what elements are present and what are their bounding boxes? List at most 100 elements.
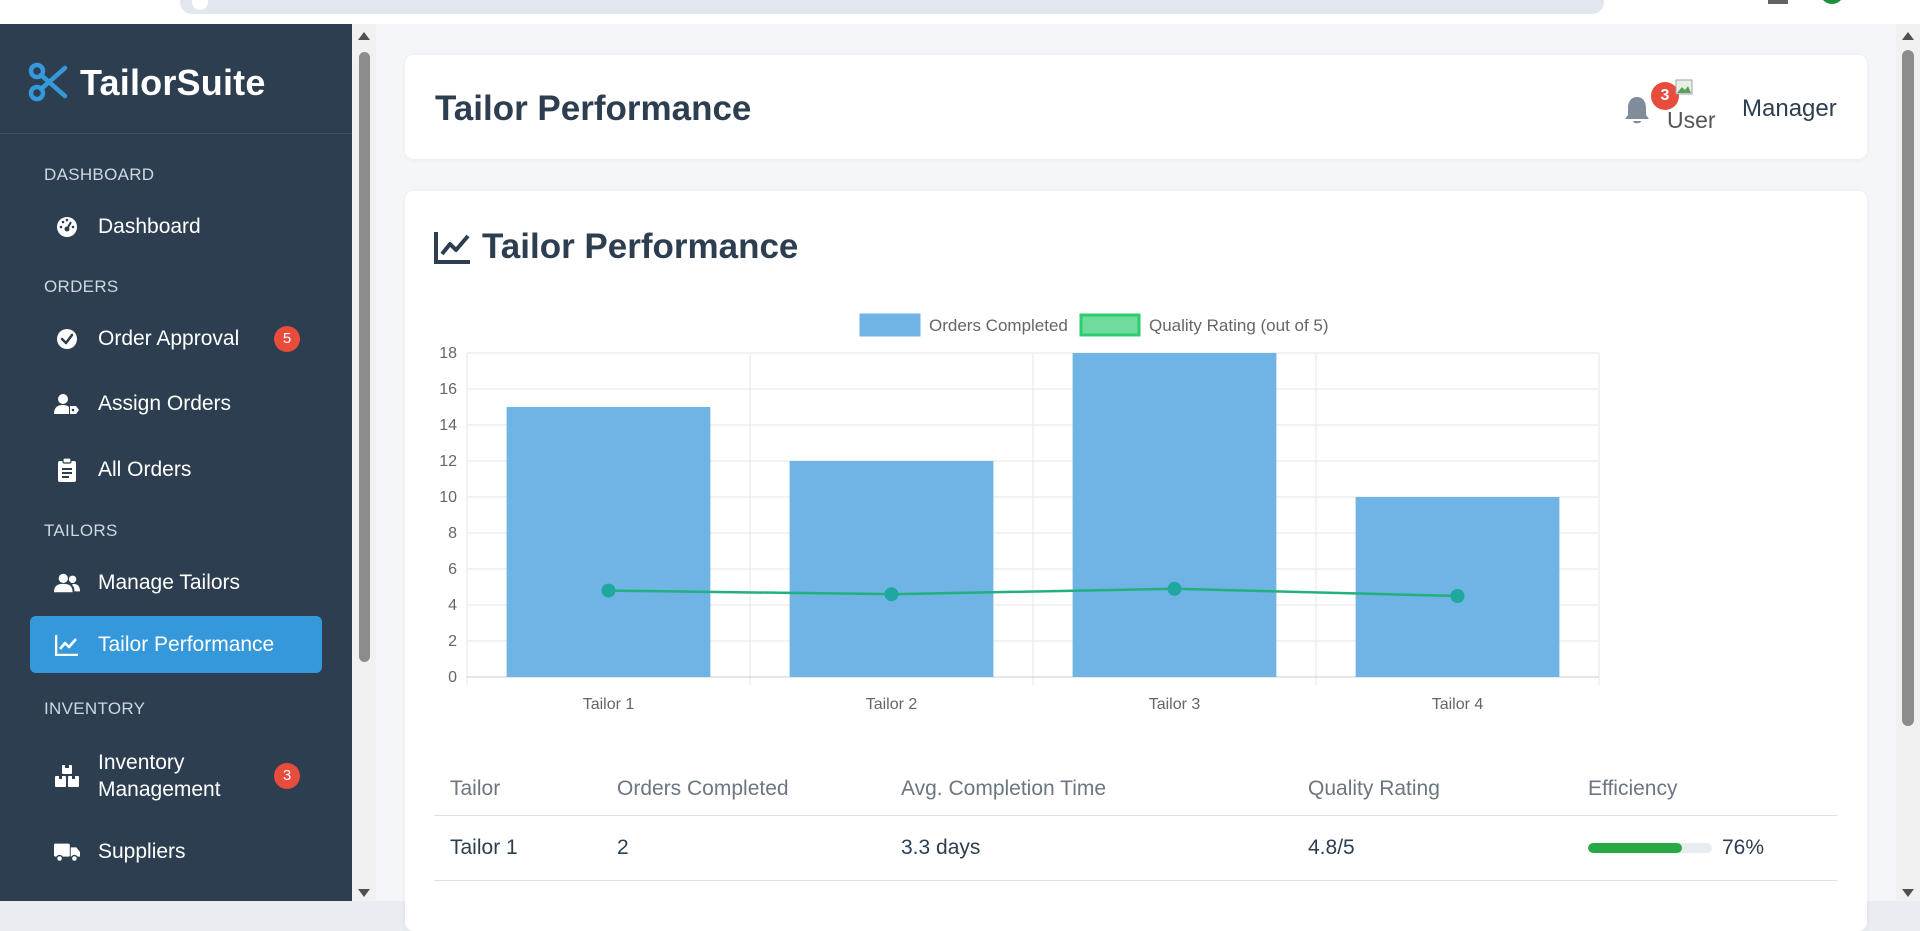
quality-point (1450, 589, 1465, 603)
y-tick-label: 4 (448, 597, 457, 614)
chart-legend: Orders Completed Quality Rating (out of 5… (859, 313, 1329, 337)
clipboard-list-icon (54, 457, 80, 483)
legend-swatch (859, 313, 921, 337)
sidebar-item-assign-orders[interactable]: Assign Orders (30, 375, 322, 432)
x-tick-label: Tailor 3 (1149, 696, 1201, 713)
performance-chart: Orders Completed Quality Rating (out of 5… (439, 313, 1600, 713)
page-title: Tailor Performance (435, 89, 752, 128)
sidebar: TailorSuite DASHBOARD Dashboard ORDERS O… (0, 24, 352, 901)
table-header-row: Tailor Orders Completed Avg. Completion … (434, 765, 1837, 816)
browser-toolbar (0, 0, 1920, 24)
user-tag-icon (54, 391, 80, 417)
x-tick-label: Tailor 1 (583, 696, 635, 713)
y-tick-label: 2 (448, 633, 457, 650)
quality-point (601, 583, 616, 598)
x-tick-label: Tailor 2 (866, 696, 918, 713)
column-header: Efficiency (1572, 765, 1837, 816)
order-approval-badge: 5 (274, 325, 300, 352)
sidebar-item-dashboard[interactable]: Dashboard (30, 198, 322, 255)
y-tick-label: 16 (439, 381, 457, 398)
nav-section-dashboard: DASHBOARD (44, 165, 155, 184)
broken-image-icon (1675, 79, 1693, 95)
chart-x-labels: Tailor 1 Tailor 2 Tailor 3 Tailor 4 (583, 696, 1484, 713)
efficiency-bar (1588, 843, 1712, 853)
sidebar-item-tailor-performance[interactable]: Tailor Performance (30, 616, 322, 673)
scroll-down-arrow-icon[interactable] (1902, 889, 1914, 897)
y-tick-label: 12 (439, 453, 457, 470)
scroll-up-arrow-icon[interactable] (1902, 32, 1914, 40)
bar (1072, 353, 1277, 677)
performance-card: Tailor Performance Orders Completed Quali… (405, 191, 1867, 931)
brand-name: TailorSuite (80, 62, 266, 103)
scroll-down-arrow-icon[interactable] (358, 889, 370, 897)
sidebar-item-suppliers[interactable]: Suppliers (30, 823, 322, 880)
sidebar-item-manage-tailors[interactable]: Manage Tailors (30, 554, 322, 611)
y-tick-label: 0 (448, 669, 457, 686)
column-header: Quality Rating (1292, 765, 1572, 816)
page-header: Tailor Performance 3 User Manager (405, 55, 1867, 159)
sidebar-item-inventory-management[interactable]: Inventory Management 3 (30, 742, 322, 810)
scroll-up-arrow-icon[interactable] (358, 32, 370, 40)
menu-icon[interactable] (1768, 0, 1788, 4)
legend-swatch (1079, 313, 1141, 337)
site-info-icon[interactable] (192, 0, 208, 10)
inventory-badge: 3 (274, 763, 300, 789)
gauge-icon (54, 214, 80, 240)
users-icon (54, 570, 80, 596)
truck-icon (54, 839, 80, 865)
avatar-alt-text: User (1667, 107, 1716, 131)
efficiency-bar-fill (1588, 843, 1683, 853)
chart-line-icon (54, 632, 80, 658)
scissors-icon (28, 62, 68, 102)
page-scrollbar-thumb[interactable] (1902, 50, 1914, 726)
sidebar-item-label: Suppliers (98, 840, 186, 863)
main-content: Tailor Performance 3 User Manager Tailor… (376, 24, 1896, 931)
sidebar-item-label: Assign Orders (98, 392, 232, 415)
sidebar-item-order-approval[interactable]: Order Approval 5 (30, 310, 322, 367)
quality-point (884, 587, 899, 602)
column-header: Avg. Completion Time (885, 765, 1292, 816)
sidebar-item-all-orders[interactable]: All Orders (30, 441, 322, 498)
card-title: Tailor Performance (434, 227, 798, 267)
bar (789, 461, 994, 677)
cell-orders: 2 (601, 815, 885, 881)
nav-section-inventory: INVENTORY (44, 699, 146, 718)
bar (1355, 497, 1560, 677)
card-title-text: Tailor Performance (482, 227, 799, 266)
chart-line-icon (434, 232, 470, 264)
profile-icon[interactable] (1820, 0, 1844, 4)
table-row: Tailor 1 2 3.3 days 4.8/5 76% (434, 815, 1837, 881)
sidebar-item-label: All Orders (98, 458, 192, 481)
sidebar-item-label: Tailor Performance (98, 633, 275, 656)
sidebar-scrollbar[interactable] (352, 24, 376, 901)
address-bar[interactable] (180, 0, 1604, 14)
column-header: Orders Completed (601, 765, 885, 816)
avatar[interactable]: User (1667, 79, 1719, 131)
sidebar-scrollbar-thumb[interactable] (359, 52, 370, 662)
x-tick-label: Tailor 4 (1432, 696, 1484, 713)
cell-tailor: Tailor 1 (434, 815, 601, 881)
sidebar-item-label: Dashboard (98, 215, 201, 238)
y-tick-label: 6 (448, 561, 457, 578)
nav-section-orders: ORDERS (44, 277, 119, 296)
cell-efficiency: 76% (1572, 815, 1837, 881)
efficiency-label: 76% (1722, 836, 1765, 859)
quality-point (1167, 581, 1182, 596)
sidebar-item-label: Inventory Management (98, 751, 221, 801)
y-tick-label: 18 (439, 345, 457, 362)
legend-label: Quality Rating (out of 5) (1149, 316, 1329, 335)
boxes-icon (54, 763, 80, 789)
column-header: Tailor (434, 765, 601, 816)
chart-y-labels: 0 2 4 6 8 10 12 14 16 18 (439, 345, 457, 686)
bell-icon[interactable] (1623, 95, 1651, 125)
brand: TailorSuite (0, 24, 352, 134)
performance-table: Tailor Orders Completed Avg. Completion … (434, 765, 1837, 881)
page-scrollbar[interactable] (1896, 24, 1920, 901)
user-name[interactable]: Manager (1742, 95, 1837, 123)
sidebar-item-label: Manage Tailors (98, 571, 241, 594)
y-tick-label: 8 (448, 525, 457, 542)
legend-label: Orders Completed (929, 316, 1068, 335)
cell-quality: 4.8/5 (1292, 815, 1572, 881)
bar (506, 407, 711, 677)
cell-avg-time: 3.3 days (885, 815, 1292, 881)
